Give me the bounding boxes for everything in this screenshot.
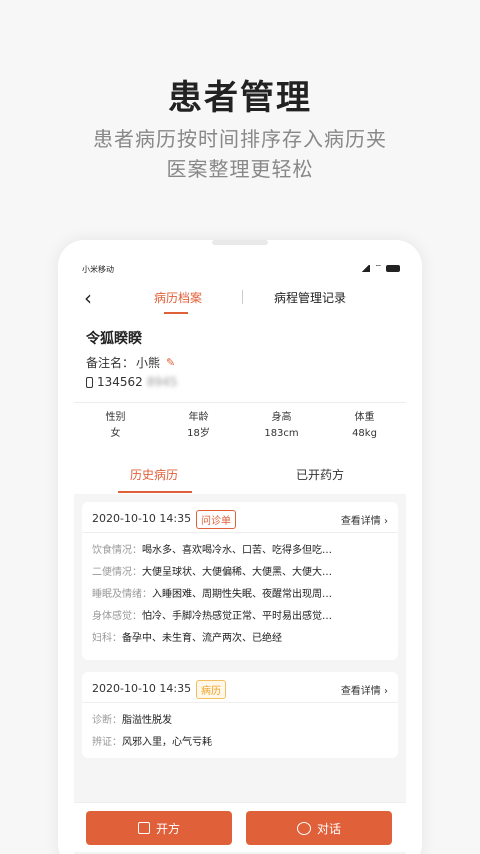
record-date: 2020-10-10 14:35	[92, 682, 192, 695]
record-date: 2020-10-10 14:35	[92, 512, 192, 525]
card-divider	[82, 702, 398, 703]
note-label: 备注名：	[86, 356, 135, 370]
stat-weight: 体重 48kg	[323, 410, 406, 450]
record-header: 2020-10-10 14:35 病历 查看详情 ›	[92, 680, 388, 699]
stat-label: 性别	[105, 412, 126, 423]
row-key: 妇科：	[92, 633, 122, 644]
stat-age: 年龄 18岁	[157, 410, 240, 450]
row-value: 备孕中、未生育、流产两次、已绝经	[122, 633, 282, 644]
promo-subtitle-line1: 患者病历按时间排序存入病历夹	[93, 127, 387, 151]
stat-value: 48kg	[352, 428, 377, 439]
record-tag: 问诊单	[196, 510, 236, 529]
view-details-label: 查看详情	[340, 686, 381, 697]
chevron-right-icon: ›	[384, 686, 388, 697]
status-icons: ⌔	[361, 264, 400, 272]
edit-icon[interactable]: ✎	[166, 356, 175, 369]
row-key: 二便情况：	[92, 567, 142, 578]
record-row: 睡眠及情绪：入睡困难、周期性失眠、夜醒常出现周…	[92, 584, 388, 606]
phone-notch	[212, 240, 268, 245]
record-row: 诊断：脂溢性脱发	[92, 710, 388, 732]
wifi-icon: ⌔	[374, 263, 382, 272]
record-rows: 诊断：脂溢性脱发 辨证：风邪入里，心气亏耗	[92, 710, 388, 754]
sub-tabs: 历史病历 已开药方	[74, 454, 406, 494]
sub-tab-indicator	[118, 491, 192, 493]
prescribe-icon	[137, 822, 150, 834]
stat-label: 身高	[271, 412, 292, 423]
record-header: 2020-10-10 14:35 问诊单 查看详情 ›	[92, 510, 388, 529]
carrier-label: 小米移动	[82, 265, 114, 274]
row-key: 饮食情况：	[92, 545, 142, 556]
prescribe-button[interactable]: 开方	[86, 811, 232, 845]
tab-prescribed[interactable]: 已开药方	[296, 466, 344, 483]
stat-label: 体重	[354, 412, 375, 423]
tab-history[interactable]: 历史病历	[130, 466, 178, 483]
view-details-label: 查看详情	[340, 516, 381, 527]
chat-label: 对话	[316, 821, 341, 836]
row-value: 怕冷、手脚冷热感觉正常、平时易出感觉…	[142, 611, 332, 622]
promo-subtitle: 患者病历按时间排序存入病历夹 医案整理更轻松	[0, 124, 480, 184]
row-key: 身体感觉：	[92, 611, 142, 622]
chat-button[interactable]: 对话	[246, 811, 392, 845]
promo-title: 患者管理	[168, 78, 312, 118]
stat-value: 18岁	[187, 428, 210, 439]
stat-value: 183cm	[264, 428, 299, 439]
prescribe-label: 开方	[155, 821, 180, 836]
patient-name: 令狐睽睽	[86, 331, 142, 347]
patient-stats: 性别 女 年龄 18岁 身高 183cm 体重 48kg	[74, 410, 406, 450]
phone-frame: 小米移动 ⌔ ‹ 病历档案 病程管理记录 令狐睽睽 备注名： 小熊 ✎ 1345…	[58, 240, 422, 854]
row-key: 睡眠及情绪：	[92, 589, 152, 600]
view-details-link[interactable]: 查看详情 ›	[341, 512, 388, 527]
stat-value: 女	[110, 428, 121, 439]
record-row: 辨证：风邪入里，心气亏耗	[92, 732, 388, 754]
tab-records[interactable]: 病历档案	[154, 289, 202, 306]
signal-icon	[361, 264, 371, 272]
chevron-right-icon: ›	[384, 516, 388, 527]
record-row: 妇科：备孕中、未生育、流产两次、已绝经	[92, 628, 388, 650]
view-details-link[interactable]: 查看详情 ›	[341, 682, 388, 697]
stat-label: 年龄	[188, 412, 209, 423]
record-row: 饮食情况：喝水多、喜欢喝冷水、口苦、吃得多但吃…	[92, 540, 388, 562]
record-card[interactable]: 2020-10-10 14:35 病历 查看详情 › 诊断：脂溢性脱发 辨证：风…	[82, 672, 398, 758]
record-rows: 饮食情况：喝水多、喜欢喝冷水、口苦、吃得多但吃… 二便情况：大便呈球状、大便偏稀…	[92, 540, 388, 650]
note-row: 备注名： 小熊 ✎	[86, 354, 175, 371]
promo-subtitle-line2: 医案整理更轻松	[166, 157, 314, 181]
row-value: 脂溢性脱发	[122, 715, 172, 726]
row-value: 入睡困难、周期性失眠、夜醒常出现周…	[152, 589, 332, 600]
row-value: 喝水多、喜欢喝冷水、口苦、吃得多但吃…	[142, 545, 332, 556]
stat-height: 身高 183cm	[240, 410, 323, 450]
back-icon[interactable]: ‹	[84, 286, 92, 310]
note-value: 小熊	[136, 356, 161, 370]
record-card[interactable]: 2020-10-10 14:35 问诊单 查看详情 › 饮食情况：喝水多、喜欢喝…	[82, 502, 398, 660]
row-value: 风邪入里，心气亏耗	[122, 737, 212, 748]
top-nav: ‹ 病历档案 病程管理记录	[58, 280, 422, 316]
phone-masked: 8945	[146, 375, 178, 389]
record-tag: 病历	[196, 680, 226, 699]
record-row: 身体感觉：怕冷、手脚冷热感觉正常、平时易出感觉…	[92, 606, 388, 628]
mobile-icon	[86, 376, 93, 388]
row-key: 诊断：	[92, 715, 122, 726]
stat-gender: 性别 女	[74, 410, 157, 450]
phone-number: 134562	[97, 375, 143, 389]
tab-indicator	[164, 312, 188, 314]
row-value: 大便呈球状、大便偏稀、大便黑、大便大…	[142, 567, 332, 578]
chat-icon	[296, 821, 311, 835]
tab-course-records[interactable]: 病程管理记录	[274, 289, 346, 306]
status-bar: 小米移动 ⌔	[82, 262, 400, 276]
tab-separator	[242, 290, 243, 304]
battery-icon	[386, 264, 400, 272]
bottom-action-bar: 开方 对话	[74, 802, 406, 852]
row-key: 辨证：	[92, 737, 122, 748]
divider	[74, 402, 406, 403]
card-divider	[82, 532, 398, 533]
phone-row: 134562 8945	[86, 375, 177, 389]
record-row: 二便情况：大便呈球状、大便偏稀、大便黑、大便大…	[92, 562, 388, 584]
